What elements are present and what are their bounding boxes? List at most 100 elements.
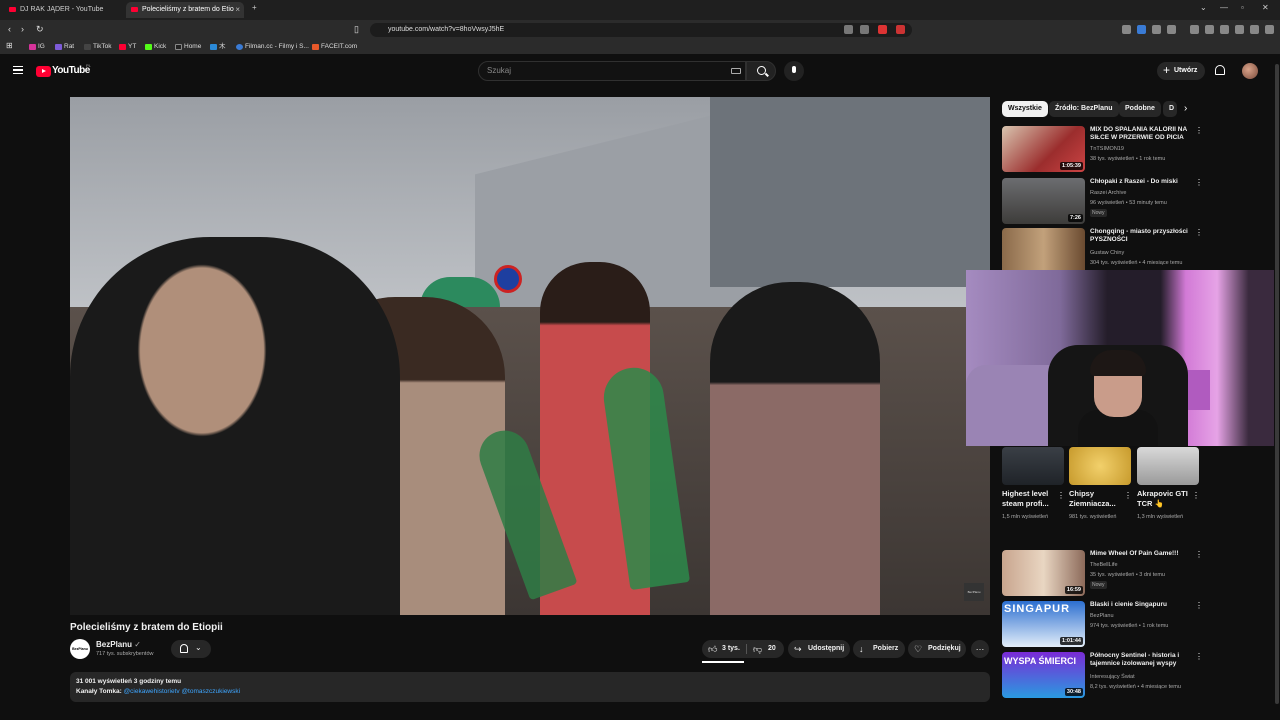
recommendation-title[interactable]: MIX DO SPALANIA KALORII NA SIŁCE W PRZER… [1090, 126, 1190, 143]
short-thumbnail[interactable] [1069, 447, 1131, 485]
more-options-icon[interactable]: ⋮ [1195, 652, 1203, 661]
back-icon[interactable]: ‹ [8, 24, 11, 34]
bookmark-item[interactable]: Filman.cc - Filmy i S... [236, 40, 309, 54]
sidebar-icon[interactable] [1205, 25, 1214, 34]
bookmark-item[interactable]: IG [29, 40, 45, 54]
channel-name[interactable]: BezPlanu ✓ [96, 640, 141, 649]
more-options-icon[interactable]: ⋮ [1195, 178, 1203, 187]
video-thumbnail[interactable]: 7:26 [1002, 178, 1085, 224]
recommendation-title[interactable]: Blaski i cienie Singapuru [1090, 601, 1190, 609]
extension-icon[interactable] [1122, 25, 1131, 34]
recommendation-item[interactable]: 16:59 Mime Wheel Of Pain Game!!! TheBell… [1002, 550, 1203, 598]
bookmark-item[interactable]: TikTok [84, 40, 112, 54]
recommendation-title[interactable]: Chłopaki z Raszei - Do miski [1090, 178, 1190, 186]
short-title[interactable]: Chipsy Ziemniacza... [1069, 489, 1121, 509]
maximize-icon[interactable]: ▫ [1241, 3, 1244, 12]
recommendation-item[interactable]: SINGAPUR 1:01:44 Blaski i cienie Singapu… [1002, 601, 1203, 649]
url-field[interactable]: youtube.com/watch?v=8hoVwsyJ5hE [370, 23, 912, 37]
recommendation-title[interactable]: Północny Sentinel - historia i tajemnice… [1090, 652, 1190, 668]
recommendation-channel[interactable]: TheBellLife [1090, 562, 1118, 568]
minimize-icon[interactable]: — [1220, 3, 1228, 12]
new-tab-icon[interactable]: + [252, 3, 257, 12]
more-options-icon[interactable]: ⋮ [1195, 228, 1203, 237]
forward-icon[interactable]: › [21, 24, 24, 34]
create-button[interactable]: Utwórz [1157, 62, 1205, 80]
short-thumbnail[interactable] [1002, 447, 1064, 485]
browser-tab[interactable]: DJ RAK JĄDER - YouTube [4, 2, 122, 18]
menu-icon[interactable] [1265, 25, 1274, 34]
video-thumbnail[interactable]: SINGAPUR 1:01:44 [1002, 601, 1085, 647]
search-button[interactable] [746, 61, 776, 81]
recommendation-channel[interactable]: Raszei Archive [1090, 190, 1126, 196]
profile-icon[interactable] [1220, 25, 1229, 34]
more-options-icon[interactable]: ⋮ [1195, 126, 1203, 135]
puzzle-icon[interactable] [1152, 25, 1161, 34]
chip-all[interactable]: Wszystkie [1002, 101, 1048, 117]
short-thumbnail[interactable] [1137, 447, 1199, 485]
microphone-icon[interactable] [784, 61, 804, 81]
video-player[interactable]: BezPlanu [70, 97, 990, 615]
bookmark-item[interactable]: Rat [55, 40, 74, 54]
like-count[interactable]: 3 tys. [722, 640, 740, 658]
bookmark-item[interactable]: FACEIT.com [312, 40, 357, 54]
recommendation-item[interactable]: Chongqing - miasto przyszłości PYSZNOŚCI… [1002, 228, 1203, 276]
search-input[interactable]: Szukaj [478, 61, 746, 81]
more-options-icon[interactable]: ⋮ [1057, 491, 1065, 500]
chip-similar[interactable]: Podobne [1119, 101, 1161, 117]
recommendation-item[interactable]: WYSPA ŚMIERCI 30:48 Północny Sentinel - … [1002, 652, 1203, 700]
apps-grid-icon[interactable]: ⊞ [6, 41, 13, 50]
recommendation-channel[interactable]: Interesujący Świat [1090, 674, 1135, 680]
description-box[interactable]: 31 001 wyświetleń 3 godziny temu Kanały … [70, 672, 990, 702]
subscription-bell-button[interactable]: ⌄ [171, 640, 211, 658]
bookmark-item[interactable]: YT [119, 40, 136, 54]
bookmark-icon[interactable]: ▯ [354, 24, 359, 35]
music-icon[interactable] [1190, 25, 1199, 34]
like-icon[interactable]: 👍︎ [708, 640, 717, 658]
short-title[interactable]: Akrapovic GTI TCR 👆 [1137, 489, 1189, 509]
extension-icon[interactable] [1167, 25, 1176, 34]
recommendation-item[interactable]: 1:05:39 MIX DO SPALANIA KALORII NA SIŁCE… [1002, 126, 1203, 174]
video-thumbnail[interactable]: 16:59 [1002, 550, 1085, 596]
scrollbar-thumb[interactable] [1275, 64, 1279, 704]
dislike-icon[interactable]: 👎︎ [753, 640, 762, 658]
share-button[interactable]: ↪ Udostępnij [788, 640, 850, 658]
download-button[interactable]: ↓ Pobierz [853, 640, 905, 658]
recommendation-item[interactable]: 7:26 Chłopaki z Raszei - Do miski Raszei… [1002, 178, 1203, 226]
recommendation-title[interactable]: Chongqing - miasto przyszłości PYSZNOŚCI [1090, 228, 1190, 244]
close-window-icon[interactable]: ✕ [1262, 3, 1269, 12]
avatar[interactable] [1242, 63, 1258, 79]
recommendation-channel[interactable]: BezPlanu [1090, 613, 1114, 619]
browser-tab-active[interactable]: Polecieliśmy z bratem do Etio × [126, 2, 244, 18]
page-scrollbar[interactable] [1274, 54, 1280, 704]
more-options-icon[interactable]: ⋮ [1124, 491, 1132, 500]
vpn-icon[interactable] [1250, 25, 1259, 34]
chip-source[interactable]: Źródło: BezPlanu [1049, 101, 1119, 117]
download-icon[interactable] [1235, 25, 1244, 34]
description-links[interactable]: @ciekawehistorietv @tomaszczukiewski [124, 688, 241, 695]
channel-avatar[interactable]: BezPlanu [70, 639, 90, 659]
bookmark-item[interactable]: Home [175, 40, 201, 54]
recommendation-channel[interactable]: TnTSIMON19 [1090, 146, 1124, 152]
bookmark-item[interactable]: Kick [145, 40, 166, 54]
short-title[interactable]: Highest level steam profi... [1002, 489, 1054, 509]
chip-more[interactable]: D [1163, 101, 1177, 117]
more-actions-icon[interactable]: … [971, 640, 989, 658]
hamburger-menu-icon[interactable] [13, 66, 23, 74]
more-options-icon[interactable]: ⋮ [1195, 601, 1203, 610]
more-options-icon[interactable]: ⋮ [1192, 491, 1200, 500]
video-thumbnail[interactable]: 1:05:39 [1002, 126, 1085, 172]
video-thumbnail[interactable] [1002, 228, 1085, 274]
dislike-count[interactable]: 20 [768, 640, 776, 658]
keyboard-icon[interactable] [731, 68, 741, 74]
thanks-button[interactable]: ♡ Podziękuj [908, 640, 966, 658]
close-tab-icon[interactable]: × [235, 2, 240, 18]
video-thumbnail[interactable]: WYSPA ŚMIERCI 30:48 [1002, 652, 1085, 698]
reload-icon[interactable]: ↻ [36, 24, 44, 35]
notifications-bell-icon[interactable] [1215, 65, 1225, 75]
recommendation-channel[interactable]: Gustaw Chiny [1090, 250, 1124, 256]
chevron-right-icon[interactable]: › [1184, 103, 1187, 114]
recommendation-title[interactable]: Mime Wheel Of Pain Game!!! [1090, 550, 1190, 558]
channel-watermark[interactable]: BezPlanu [964, 583, 984, 601]
shield-extension-icon[interactable] [878, 25, 887, 34]
share-icon[interactable] [860, 25, 869, 34]
